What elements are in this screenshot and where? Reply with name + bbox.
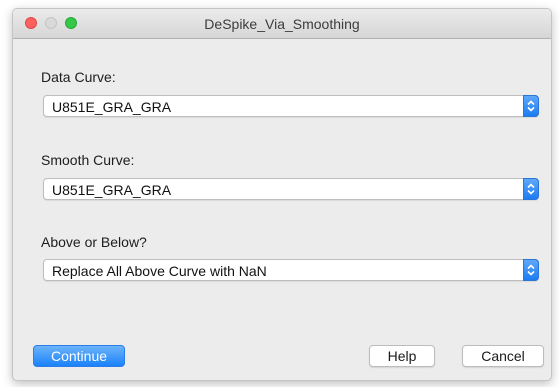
- smooth-curve-value: U851E_GRA_GRA: [52, 182, 172, 198]
- above-below-value: Replace All Above Curve with NaN: [52, 263, 267, 279]
- select-arrows-icon: [523, 178, 539, 200]
- data-curve-value: U851E_GRA_GRA: [52, 99, 172, 115]
- help-button[interactable]: Help: [369, 345, 435, 367]
- smooth-curve-label: Smooth Curve:: [41, 152, 135, 168]
- dialog-window: DeSpike_Via_Smoothing Data Curve: U851E_…: [12, 8, 552, 381]
- title-bar[interactable]: DeSpike_Via_Smoothing: [13, 9, 551, 39]
- select-arrows-icon: [523, 95, 539, 117]
- select-arrows-icon: [523, 259, 539, 281]
- continue-button[interactable]: Continue: [33, 345, 125, 367]
- smooth-curve-select[interactable]: U851E_GRA_GRA: [43, 178, 539, 200]
- window-title: DeSpike_Via_Smoothing: [204, 16, 360, 32]
- above-below-select[interactable]: Replace All Above Curve with NaN: [43, 259, 539, 281]
- cancel-button[interactable]: Cancel: [462, 345, 544, 367]
- above-below-label: Above or Below?: [41, 234, 147, 250]
- data-curve-select[interactable]: U851E_GRA_GRA: [43, 95, 539, 117]
- data-curve-label: Data Curve:: [41, 69, 116, 85]
